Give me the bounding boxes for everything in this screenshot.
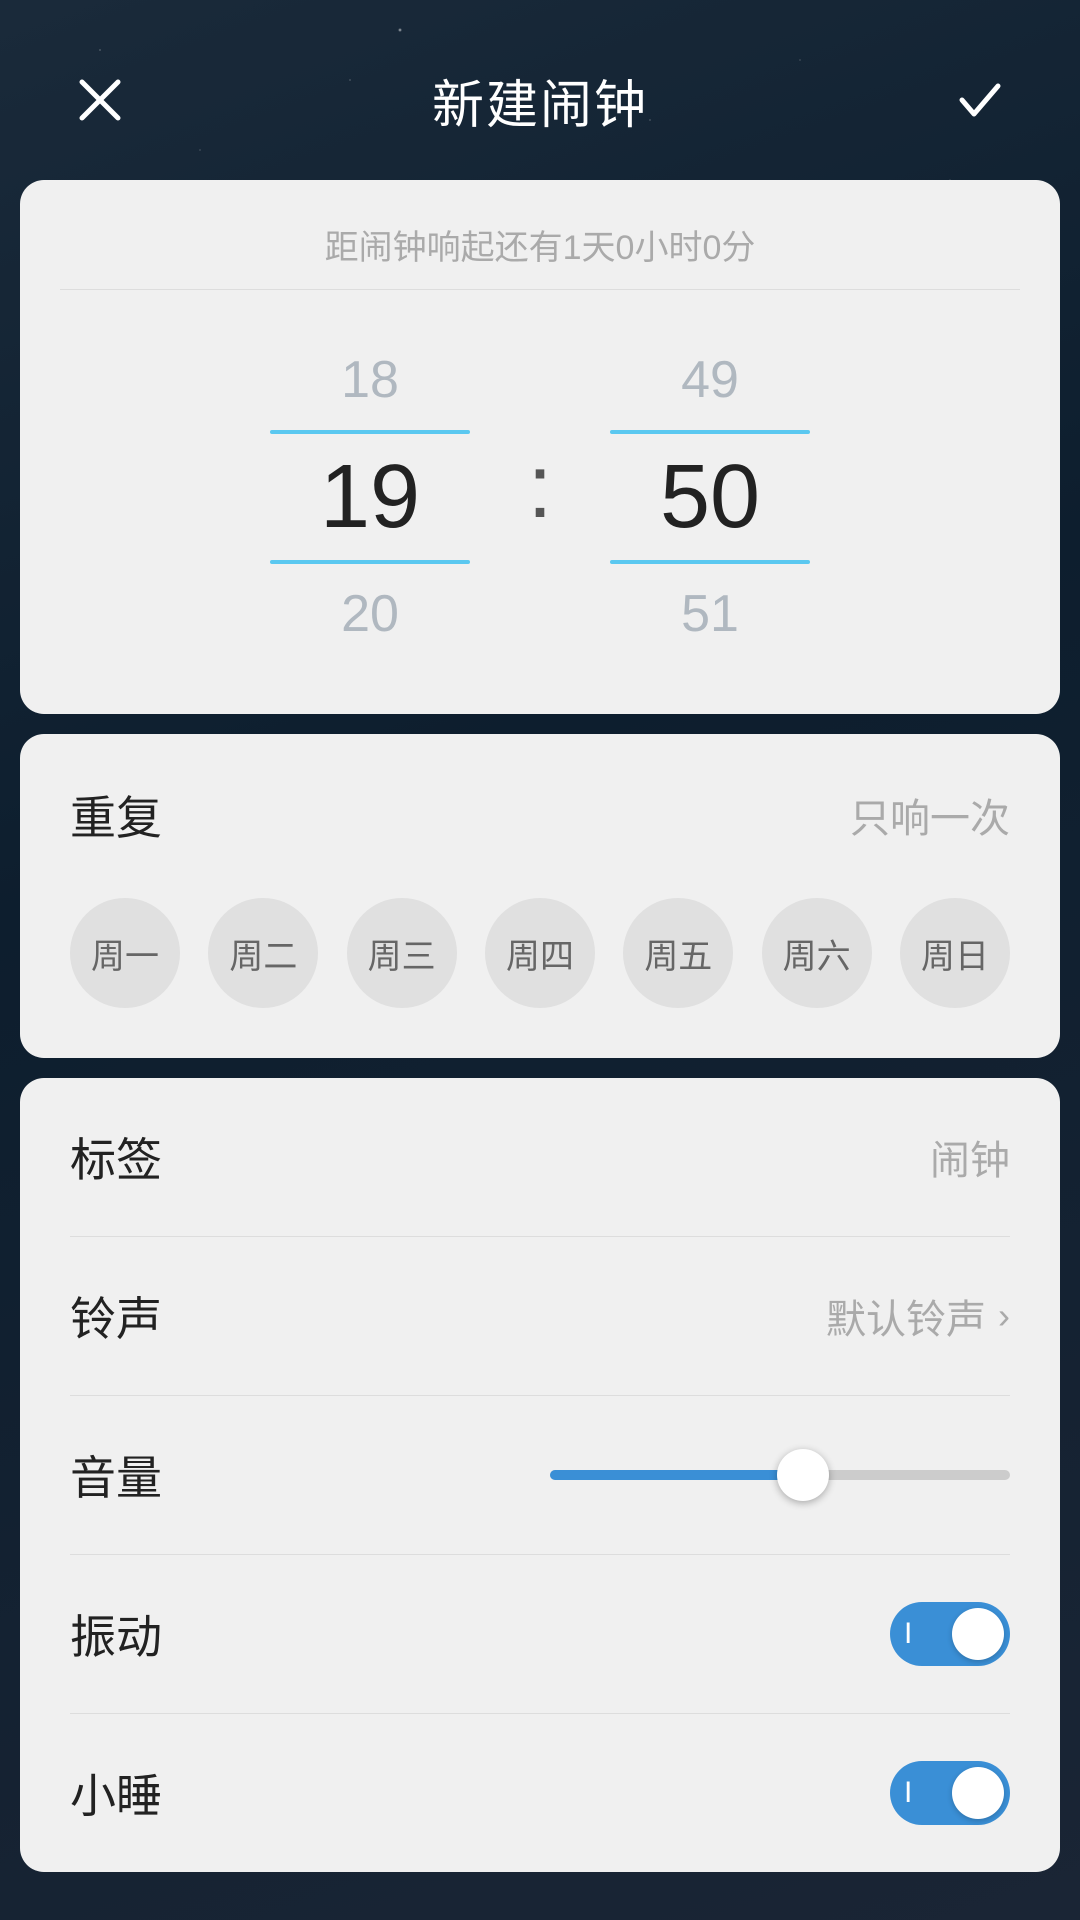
hour-underline-top — [270, 430, 470, 434]
repeat-header: 重复 只响一次 — [70, 782, 1010, 848]
repeat-card: 重复 只响一次 周一 周二 周三 周四 周五 周六 周日 — [20, 734, 1060, 1058]
ringtone-text: 默认铃声 — [826, 1287, 986, 1345]
minute-current-wrapper: 50 — [570, 430, 850, 564]
weekday-tue[interactable]: 周二 — [208, 898, 318, 1008]
ringtone-value: 默认铃声 › — [826, 1287, 1010, 1345]
close-button[interactable] — [60, 60, 140, 140]
minute-column[interactable]: 49 50 51 — [570, 330, 850, 664]
repeat-label: 重复 — [70, 782, 162, 848]
minute-underline-top — [610, 430, 810, 434]
label-row[interactable]: 标签 闹钟 — [70, 1078, 1010, 1237]
ringtone-label: 铃声 — [70, 1283, 162, 1349]
slider-track — [550, 1470, 1010, 1480]
label-setting-label: 标签 — [70, 1124, 162, 1190]
hour-next: 20 — [341, 564, 399, 664]
vibration-label: 振动 — [70, 1601, 162, 1667]
snooze-row: 小睡 I — [70, 1714, 1010, 1872]
confirm-button[interactable] — [940, 60, 1020, 140]
snooze-toggle-on-icon: I — [904, 1776, 912, 1810]
ringtone-row[interactable]: 铃声 默认铃声 › — [70, 1237, 1010, 1396]
label-setting-value: 闹钟 — [930, 1128, 1010, 1186]
ringtone-chevron-icon: › — [998, 1295, 1010, 1337]
repeat-section: 重复 只响一次 周一 周二 周三 周四 周五 周六 周日 — [20, 734, 1060, 1058]
other-settings-card: 标签 闹钟 铃声 默认铃声 › 音量 振动 I 小睡 I — [20, 1078, 1060, 1872]
weekday-sat[interactable]: 周六 — [762, 898, 872, 1008]
app-header: 新建闹钟 — [0, 0, 1080, 180]
weekday-fri[interactable]: 周五 — [623, 898, 733, 1008]
toggle-knob — [952, 1608, 1004, 1660]
weekday-thu[interactable]: 周四 — [485, 898, 595, 1008]
snooze-toggle-knob — [952, 1767, 1004, 1819]
vibration-toggle[interactable]: I — [890, 1602, 1010, 1666]
minute-next: 51 — [681, 564, 739, 664]
volume-row: 音量 — [70, 1396, 1010, 1555]
page-title: 新建闹钟 — [432, 63, 648, 138]
hour-prev: 18 — [341, 330, 399, 430]
snooze-toggle[interactable]: I — [890, 1761, 1010, 1825]
minute-prev: 49 — [681, 330, 739, 430]
volume-label: 音量 — [70, 1442, 162, 1508]
weekday-row: 周一 周二 周三 周四 周五 周六 周日 — [70, 898, 1010, 1008]
time-picker-row: 18 19 20 : 49 50 51 — [20, 330, 1060, 664]
hour-current: 19 — [320, 442, 420, 552]
slider-thumb[interactable] — [777, 1449, 829, 1501]
volume-slider[interactable] — [550, 1445, 1010, 1505]
weekday-sun[interactable]: 周日 — [900, 898, 1010, 1008]
minute-current: 50 — [660, 442, 760, 552]
toggle-on-icon: I — [904, 1617, 912, 1651]
snooze-label: 小睡 — [70, 1760, 162, 1826]
hour-column[interactable]: 18 19 20 — [230, 330, 510, 664]
weekday-wed[interactable]: 周三 — [347, 898, 457, 1008]
repeat-value: 只响一次 — [850, 786, 1010, 844]
weekday-mon[interactable]: 周一 — [70, 898, 180, 1008]
hour-current-wrapper: 19 — [230, 430, 510, 564]
time-colon: : — [510, 436, 570, 559]
countdown-text: 距闹钟响起还有1天0小时0分 — [20, 220, 1060, 269]
slider-fill — [550, 1470, 803, 1480]
time-picker-card: 距闹钟响起还有1天0小时0分 18 19 20 : 49 50 51 — [20, 180, 1060, 714]
vibration-row: 振动 I — [70, 1555, 1010, 1714]
card-divider — [60, 289, 1020, 290]
